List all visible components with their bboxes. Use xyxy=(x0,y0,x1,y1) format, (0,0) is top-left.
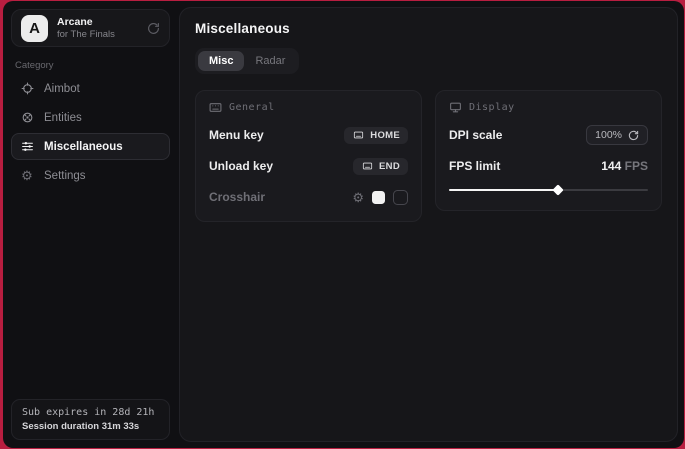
category-label: Category xyxy=(15,60,170,71)
unload-key-label: Unload key xyxy=(209,159,273,173)
display-card-header: Display xyxy=(449,101,648,114)
dpi-scale-row: DPI scale 100% xyxy=(449,125,648,145)
dpi-scale-button[interactable]: 100% xyxy=(586,125,648,145)
unload-key-bind-button[interactable]: END xyxy=(353,158,408,175)
unload-key-row: Unload key END xyxy=(209,156,408,176)
fps-limit-row: FPS limit 144 FPS xyxy=(449,156,648,176)
avatar: A xyxy=(21,15,48,42)
sliders-icon xyxy=(20,140,34,153)
sidebar-item-miscellaneous[interactable]: Miscellaneous xyxy=(11,133,170,160)
crosshair-row: Crosshair ⚙ xyxy=(209,187,408,207)
cards-row: General Menu key HOME Unload key xyxy=(195,90,662,222)
keyboard-icon xyxy=(209,101,222,114)
crosshair-icon xyxy=(20,82,34,95)
sidebar-item-label: Miscellaneous xyxy=(44,141,123,153)
unload-key-value: END xyxy=(379,161,400,172)
session-duration-text: Session duration 31m 33s xyxy=(22,421,159,432)
general-card-title: General xyxy=(229,102,275,113)
crosshair-color-swatch[interactable] xyxy=(372,191,385,204)
entities-icon xyxy=(20,111,34,124)
profile-card: A Arcane for The Finals xyxy=(11,9,170,47)
display-card-title: Display xyxy=(469,102,515,113)
page-title: Miscellaneous xyxy=(195,21,662,36)
fps-number: 144 xyxy=(601,159,621,173)
tab-radar[interactable]: Radar xyxy=(244,51,296,71)
fps-limit-slider[interactable] xyxy=(449,184,648,196)
fps-limit-label: FPS limit xyxy=(449,159,500,173)
refresh-icon[interactable] xyxy=(147,22,160,35)
menu-key-row: Menu key HOME xyxy=(209,125,408,145)
menu-key-bind-button[interactable]: HOME xyxy=(344,127,408,144)
fps-slider-thumb[interactable] xyxy=(553,184,564,195)
menu-key-value: HOME xyxy=(370,130,400,141)
sidebar-item-settings[interactable]: ⚙ Settings xyxy=(11,162,170,189)
cycle-icon xyxy=(628,130,639,141)
profile-text: Arcane for The Finals xyxy=(57,16,138,41)
dpi-scale-label: DPI scale xyxy=(449,128,502,142)
crosshair-controls: ⚙ xyxy=(352,190,408,205)
crosshair-settings-gear-icon[interactable]: ⚙ xyxy=(352,191,364,204)
crosshair-label: Crosshair xyxy=(209,190,265,204)
app-window: A Arcane for The Finals Category Aimbot xyxy=(3,1,684,448)
tab-bar: Misc Radar xyxy=(195,48,299,74)
sidebar-item-label: Aimbot xyxy=(44,83,80,95)
app-subtitle: for The Finals xyxy=(57,29,138,41)
monitor-icon xyxy=(449,101,462,114)
sub-expires-text: Sub expires in 28d 21h xyxy=(22,407,159,418)
general-card-header: General xyxy=(209,101,408,114)
fps-limit-value: 144 FPS xyxy=(601,159,648,173)
general-card: General Menu key HOME Unload key xyxy=(195,90,422,222)
keyboard-icon xyxy=(361,161,374,171)
tab-misc[interactable]: Misc xyxy=(198,51,244,71)
menu-key-label: Menu key xyxy=(209,128,264,142)
sidebar-item-label: Settings xyxy=(44,170,86,182)
gear-icon: ⚙ xyxy=(20,169,34,182)
subscription-footer: Sub expires in 28d 21h Session duration … xyxy=(11,399,170,440)
crosshair-checkbox[interactable] xyxy=(393,190,408,205)
main-panel: Miscellaneous Misc Radar General Menu ke… xyxy=(179,7,678,442)
dpi-scale-value: 100% xyxy=(595,129,622,141)
display-card: Display DPI scale 100% FPS limit 144 xyxy=(435,90,662,211)
sidebar-item-label: Entities xyxy=(44,112,82,124)
fps-unit: FPS xyxy=(625,159,648,173)
sidebar-item-entities[interactable]: Entities xyxy=(11,104,170,131)
sidebar-item-aimbot[interactable]: Aimbot xyxy=(11,75,170,102)
sidebar: A Arcane for The Finals Category Aimbot xyxy=(3,1,178,448)
keyboard-icon xyxy=(352,130,365,140)
fps-slider-fill xyxy=(449,189,558,191)
app-title: Arcane xyxy=(57,16,138,29)
